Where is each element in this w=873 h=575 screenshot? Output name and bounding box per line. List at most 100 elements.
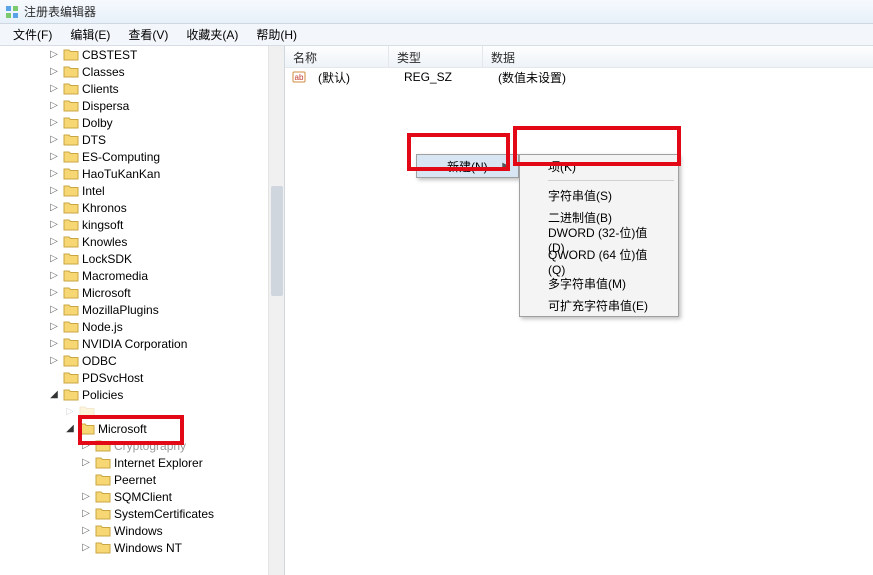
menu-help[interactable]: 帮助(H)	[247, 24, 306, 45]
tree-node[interactable]: ▷Microsoft	[0, 284, 276, 301]
tree-node[interactable]: ▷Khronos	[0, 199, 276, 216]
tree-node[interactable]: ▷ Classes	[0, 63, 276, 80]
tree-node[interactable]: ▷Internet Explorer	[0, 454, 276, 471]
expand-icon[interactable]: ▷	[48, 202, 60, 213]
tree-node[interactable]: ▷ SystemCertificates	[0, 505, 276, 522]
expand-icon[interactable]: ▷	[80, 542, 92, 553]
context-item-new-label: 新建(N)	[447, 158, 488, 175]
tree-node[interactable]: ▷Windows NT	[0, 539, 276, 556]
expand-icon[interactable]: ▷	[80, 491, 92, 502]
tree-node-label: DTS	[82, 133, 106, 147]
menu-view[interactable]: 查看(V)	[119, 24, 177, 45]
tree-node[interactable]: ▷SQMClient	[0, 488, 276, 505]
tree-node[interactable]: ▷Clients	[0, 80, 276, 97]
tree-node[interactable]: ▷kingsoft	[0, 216, 276, 233]
value-type: REG_SZ	[396, 70, 490, 84]
values-header: 名称 类型 数据	[285, 46, 873, 68]
context-menu: 新建(N) ▶	[416, 154, 519, 178]
window-title: 注册表编辑器	[24, 3, 96, 20]
expand-icon[interactable]: ▷	[48, 168, 60, 179]
expand-icon[interactable]: ▷	[80, 440, 92, 451]
expand-icon[interactable]: ▷	[48, 83, 60, 94]
tree-node[interactable]: ◢Policies	[0, 386, 276, 403]
col-type[interactable]: 类型	[389, 46, 483, 67]
col-name[interactable]: 名称	[285, 46, 389, 67]
tree-node[interactable]: ◢ Microsoft	[0, 420, 276, 437]
tree-node[interactable]: ▷Dispersa	[0, 97, 276, 114]
tree-node-label: Cryptography	[114, 439, 186, 453]
tree-node-label: CBSTEST	[82, 48, 137, 62]
expand-icon[interactable]: ▷	[48, 117, 60, 128]
expand-icon[interactable]: ▷	[48, 100, 60, 111]
submenu-item-multistring[interactable]: 多字符串值(M)	[520, 272, 678, 294]
string-value-icon: ab	[291, 69, 307, 85]
expand-icon[interactable]: ▷	[48, 304, 60, 315]
tree-node[interactable]: ▷LockSDK	[0, 250, 276, 267]
tree-node[interactable]: ▷ES-Computing	[0, 148, 276, 165]
title-bar: 注册表编辑器	[0, 0, 873, 24]
menu-file[interactable]: 文件(F)	[4, 24, 61, 45]
col-data[interactable]: 数据	[483, 46, 873, 67]
expand-icon[interactable]: ▷	[80, 508, 92, 519]
tree-node[interactable]: ▷HaoTuKanKan	[0, 165, 276, 182]
expand-icon[interactable]: ▷	[64, 406, 76, 417]
folder-icon	[63, 133, 79, 147]
submenu-item-string[interactable]: 字符串值(S)	[520, 184, 678, 206]
tree-node[interactable]: ▷ CBSTEST	[0, 46, 276, 63]
tree-node[interactable]: ▷NVIDIA Corporation	[0, 335, 276, 352]
tree-node[interactable]: ▷ DTS	[0, 131, 276, 148]
tree-node[interactable]: ▷MozillaPlugins	[0, 301, 276, 318]
expand-icon[interactable]: ▷	[48, 151, 60, 162]
tree-node[interactable]: ▷Windows	[0, 522, 276, 539]
expand-icon[interactable]: ▷	[48, 321, 60, 332]
submenu-arrow-icon: ▶	[502, 161, 510, 172]
tree-node-label: Classes	[82, 65, 125, 79]
tree-node[interactable]: ▷Macromedia	[0, 267, 276, 284]
tree-node-label: Intel	[82, 184, 105, 198]
value-row-default[interactable]: ab (默认) REG_SZ (数值未设置)	[285, 68, 873, 86]
menu-edit[interactable]: 编辑(E)	[61, 24, 119, 45]
expand-icon[interactable]: ▷	[48, 185, 60, 196]
collapse-icon[interactable]: ◢	[64, 423, 76, 434]
tree-scrollbar[interactable]	[268, 46, 284, 575]
expand-icon[interactable]: ▷	[80, 525, 92, 536]
tree-node[interactable]: ▷	[0, 403, 276, 420]
submenu-item-expandstring[interactable]: 可扩充字符串值(E)	[520, 294, 678, 316]
tree-node[interactable]: ▷ ODBC	[0, 352, 276, 369]
tree-node[interactable]: ▷Dolby	[0, 114, 276, 131]
menu-favorites[interactable]: 收藏夹(A)	[177, 24, 247, 45]
content-area: ▷CBSTEST▷Classes▷Clients▷Dispersa▷Dolby▷…	[0, 46, 873, 575]
tree-node[interactable]: Peernet	[0, 471, 276, 488]
expand-icon[interactable]: ▷	[48, 270, 60, 281]
expand-icon[interactable]: ▷	[48, 49, 60, 60]
expand-icon[interactable]: ▷	[48, 338, 60, 349]
app-icon	[4, 4, 20, 20]
registry-tree[interactable]: ▷CBSTEST▷Classes▷Clients▷Dispersa▷Dolby▷…	[0, 46, 276, 575]
expand-icon[interactable]: ▷	[48, 236, 60, 247]
folder-icon	[63, 65, 79, 79]
submenu-item-qword[interactable]: QWORD (64 位)值(Q)	[520, 250, 678, 272]
scrollbar-thumb[interactable]	[271, 186, 283, 296]
expand-icon[interactable]: ▷	[48, 219, 60, 230]
tree-node-label: ODBC	[82, 354, 117, 368]
submenu-item-key[interactable]: 项(K)	[520, 155, 678, 177]
folder-icon	[63, 303, 79, 317]
expand-icon[interactable]: ▷	[48, 355, 60, 366]
folder-icon	[95, 490, 111, 504]
tree-node[interactable]: ▷ Cryptography	[0, 437, 276, 454]
tree-node[interactable]: PDSvcHost	[0, 369, 276, 386]
expand-icon[interactable]: ▷	[48, 66, 60, 77]
expand-icon[interactable]: ▷	[48, 253, 60, 264]
expand-icon[interactable]: ▷	[48, 287, 60, 298]
context-item-new[interactable]: 新建(N) ▶	[417, 155, 518, 177]
expand-icon[interactable]: ▷	[48, 134, 60, 145]
tree-node[interactable]: ▷Knowles	[0, 233, 276, 250]
expand-icon[interactable]: ▷	[80, 457, 92, 468]
tree-node[interactable]: ▷Node.js	[0, 318, 276, 335]
tree-node-label: Microsoft	[98, 422, 147, 436]
collapse-icon[interactable]: ◢	[48, 389, 60, 400]
folder-icon	[63, 337, 79, 351]
tree-node-label: SystemCertificates	[114, 507, 214, 521]
folder-icon	[63, 184, 79, 198]
tree-node[interactable]: ▷ Intel	[0, 182, 276, 199]
